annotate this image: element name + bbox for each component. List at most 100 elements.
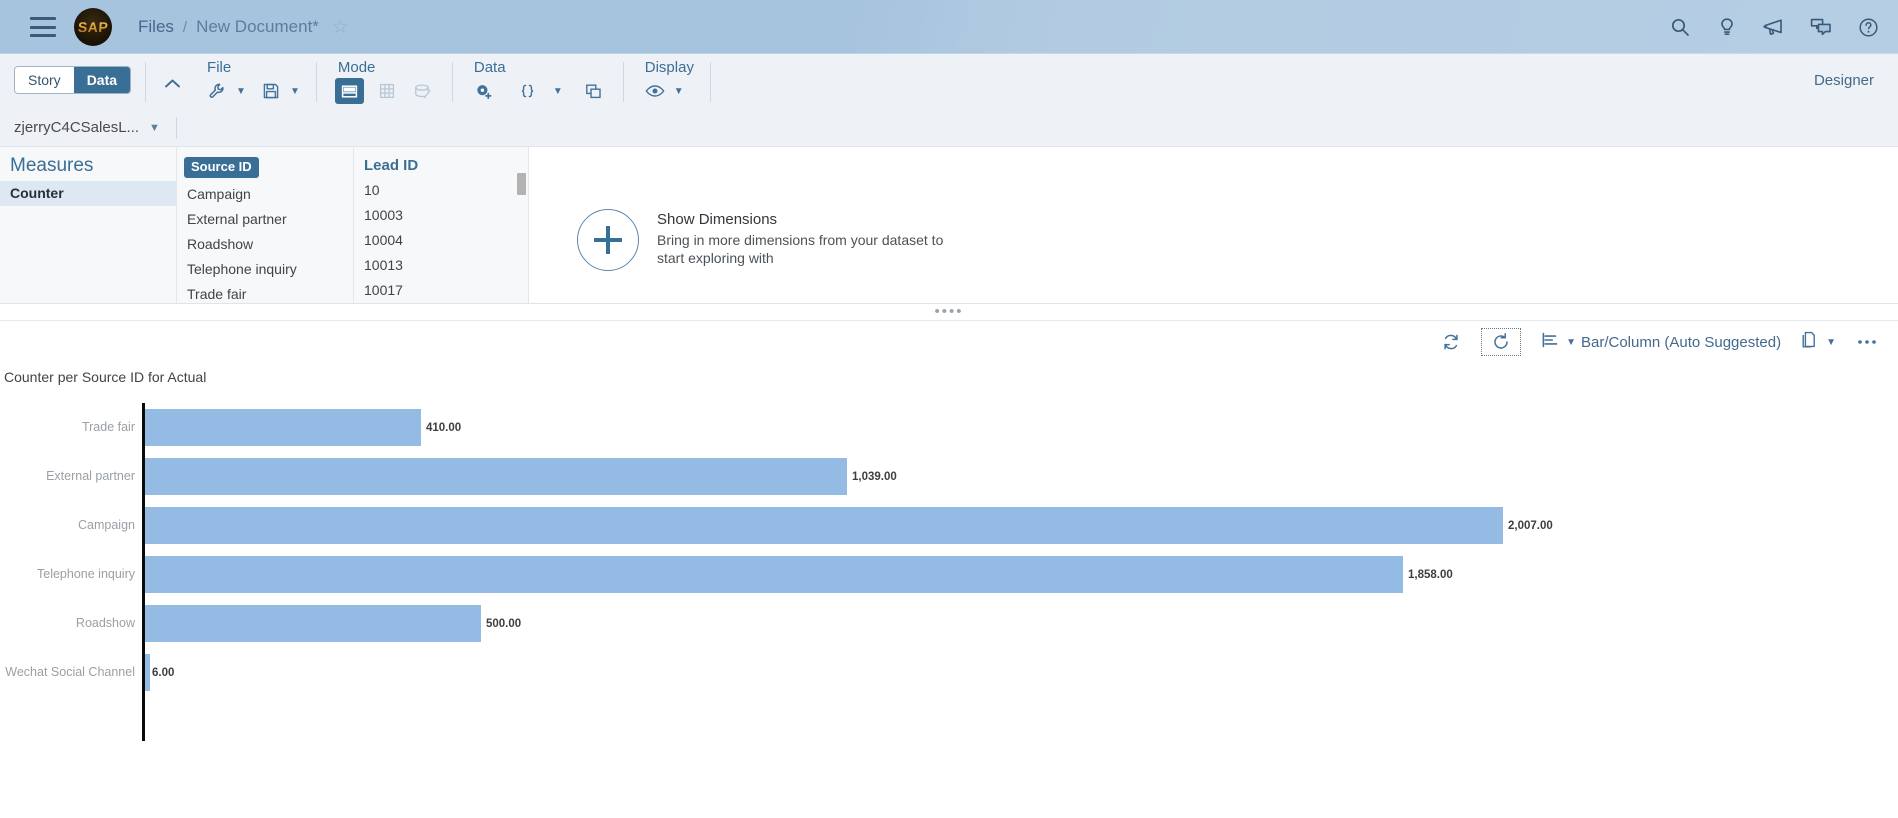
star-icon[interactable]: ☆	[332, 18, 349, 37]
chart-type-selector[interactable]: ▼ Bar/Column (Auto Suggested)	[1541, 331, 1781, 354]
search-icon[interactable]	[1668, 15, 1692, 39]
more-options-icon[interactable]	[1856, 338, 1878, 346]
toolbar-divider-2	[315, 62, 317, 102]
source-id-item[interactable]: Telephone inquiry	[177, 257, 353, 282]
chart-bar-row: Telephone inquiry 1,858.00	[0, 550, 1898, 599]
breadcrumb-current-document[interactable]: New Document*	[196, 17, 319, 37]
lead-id-column: Lead ID 10 10003 10004 10013 10017 10022	[354, 147, 529, 303]
designer-button[interactable]: Designer	[1814, 72, 1874, 89]
shell-header: SAP Files / New Document* ☆	[0, 0, 1898, 54]
chart-container: Counter per Source ID for Actual Trade f…	[0, 363, 1898, 818]
dataset-name: zjerryC4CSalesL...	[14, 119, 140, 136]
refresh-icon[interactable]	[1441, 332, 1461, 352]
story-tab[interactable]: Story	[15, 67, 74, 93]
toolbar-group-data-title: Data	[473, 59, 506, 76]
lightbulb-icon[interactable]	[1715, 15, 1739, 39]
explorer-mode-button[interactable]	[334, 78, 364, 104]
formula-button[interactable]	[515, 78, 541, 104]
chart-bar[interactable]	[145, 507, 1503, 544]
grid-mode-button	[374, 78, 400, 104]
story-data-switch: Story Data	[14, 66, 132, 94]
chevron-up-icon[interactable]	[158, 70, 186, 98]
panel-splitter[interactable]: ••••	[0, 304, 1898, 321]
measures-column: Measures Counter	[0, 147, 177, 303]
save-caret-icon[interactable]: ▼	[290, 86, 300, 97]
lead-id-item[interactable]: 10004	[354, 228, 528, 253]
chart-bar[interactable]	[145, 409, 421, 446]
tools-wrench-caret-icon[interactable]: ▼	[236, 86, 246, 97]
plus-icon	[593, 225, 623, 255]
lead-id-item[interactable]: 10017	[354, 278, 528, 303]
main-toolbar: Story Data File ▼ ▼ Mode Data ▼ Display …	[0, 54, 1898, 109]
bar-chart-icon	[1541, 331, 1559, 354]
chart-bar-value: 1,858.00	[1408, 568, 1453, 581]
help-icon[interactable]	[1856, 15, 1880, 39]
show-dimensions-title: Show Dimensions	[657, 211, 778, 229]
lead-id-item[interactable]: 10	[354, 178, 528, 203]
source-id-item[interactable]: Campaign	[177, 182, 353, 207]
chart-toolbar: ▼ Bar/Column (Auto Suggested) ▼	[0, 321, 1898, 363]
sap-logo-text: SAP	[77, 19, 109, 35]
data-tab[interactable]: Data	[73, 67, 131, 93]
source-id-header: Source ID	[177, 147, 353, 182]
toolbar-group-file-title: File	[207, 59, 232, 76]
source-id-item[interactable]: External partner	[177, 207, 353, 232]
chart-bar[interactable]	[145, 458, 847, 495]
chart-bar-row: External partner 1,039.00	[0, 452, 1898, 501]
breadcrumb: Files / New Document* ☆	[138, 17, 349, 37]
show-dimensions-text: Show Dimensions Bring in more dimensions…	[657, 211, 947, 268]
sap-logo[interactable]: SAP	[74, 8, 112, 46]
megaphone-icon[interactable]	[1762, 15, 1786, 39]
formula-caret-icon[interactable]: ▼	[553, 86, 563, 97]
chart-bar-value: 410.00	[426, 421, 462, 434]
toolbar-divider-3	[451, 62, 453, 102]
chart-bar-value: 2,007.00	[1508, 519, 1553, 532]
duplicate-button[interactable]	[581, 78, 607, 104]
toolbar-group-display: Display ▼	[642, 54, 694, 104]
lead-id-scrollbar[interactable]	[517, 173, 526, 195]
explorer-panel: Measures Counter Source ID Campaign Exte…	[0, 147, 1898, 304]
lead-id-header[interactable]: Lead ID	[354, 147, 528, 178]
source-id-column: Source ID Campaign External partner Road…	[177, 147, 354, 303]
dataset-selector[interactable]: zjerryC4CSalesL... ▼	[14, 119, 160, 136]
chart-bar-value: 6.00	[152, 666, 175, 679]
lead-id-item[interactable]: 10003	[354, 203, 528, 228]
measure-item-counter[interactable]: Counter	[0, 180, 176, 206]
visibility-button[interactable]	[642, 78, 668, 104]
show-dimensions-description: Bring in more dimensions from your datas…	[657, 232, 944, 266]
hamburger-icon[interactable]	[30, 17, 56, 37]
show-dimensions-panel: Show Dimensions Bring in more dimensions…	[529, 176, 947, 303]
dataset-divider	[175, 116, 177, 139]
source-id-item[interactable]: Roadshow	[177, 232, 353, 257]
copy-chart-button[interactable]: ▼	[1801, 330, 1836, 354]
lead-id-item[interactable]: 10013	[354, 253, 528, 278]
chart-bar-row: Trade fair 410.00	[0, 403, 1898, 452]
chart-plot-area: Trade fair 410.00 External partner 1,039…	[0, 403, 1898, 798]
toolbar-divider-5	[709, 62, 711, 102]
toolbar-group-display-title: Display	[644, 59, 694, 76]
toolbar-group-file: File ▼ ▼	[204, 54, 300, 104]
reload-icon[interactable]	[1481, 328, 1522, 356]
chat-icon[interactable]	[1809, 15, 1833, 39]
breadcrumb-files-link[interactable]: Files	[138, 17, 174, 37]
chart-bar[interactable]	[145, 556, 1403, 593]
visibility-caret-icon[interactable]: ▼	[674, 86, 684, 97]
add-data-button[interactable]	[471, 78, 497, 104]
tools-wrench-button[interactable]	[204, 78, 230, 104]
chart-bar[interactable]	[145, 654, 150, 691]
chart-bar-value: 1,039.00	[852, 470, 897, 483]
header-actions	[1668, 15, 1880, 39]
source-id-chip[interactable]: Source ID	[184, 157, 259, 178]
chevron-down-icon: ▼	[149, 121, 160, 134]
add-dimension-button[interactable]	[577, 208, 639, 271]
toolbar-divider-4	[622, 62, 624, 102]
breadcrumb-separator: /	[182, 18, 188, 36]
chart-bar[interactable]	[145, 605, 481, 642]
save-button[interactable]	[258, 78, 284, 104]
copy-caret-icon: ▼	[1826, 336, 1836, 348]
splitter-handle[interactable]: ••••	[934, 304, 963, 319]
chart-title: Counter per Source ID for Actual	[4, 369, 207, 385]
copy-icon	[1801, 330, 1819, 354]
source-id-item[interactable]: Trade fair	[177, 282, 353, 303]
toolbar-divider-1	[145, 62, 147, 102]
